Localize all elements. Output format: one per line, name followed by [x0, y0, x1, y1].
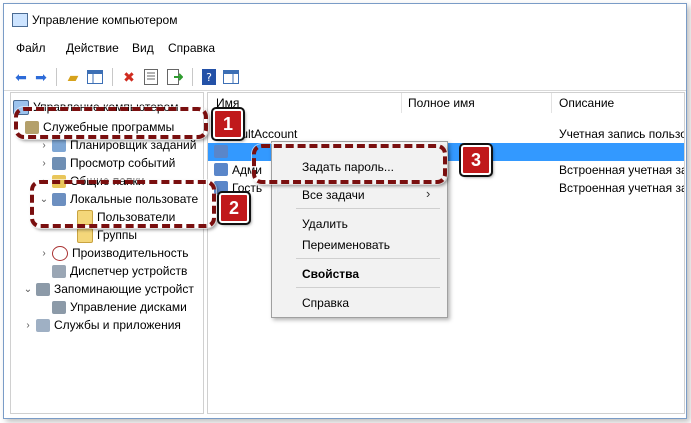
tree-item-label: Диспетчер устройств	[70, 264, 188, 278]
tree-item-device-manager[interactable]: Диспетчер устройств	[52, 262, 187, 280]
tree-item-label: Группы	[97, 228, 137, 242]
window-title: Управление компьютером	[32, 13, 178, 27]
menu-separator	[296, 208, 440, 209]
help-icon[interactable]: ?	[200, 68, 218, 86]
toolbar-separator	[112, 68, 113, 86]
delete-icon[interactable]: ✖	[120, 68, 138, 86]
device-manager-icon	[52, 264, 66, 278]
event-viewer-icon	[52, 156, 66, 170]
show-tree-icon[interactable]	[86, 68, 104, 86]
tree-item-event-viewer[interactable]: › Просмотр событий	[39, 154, 175, 172]
menu-view[interactable]: Вид	[132, 41, 154, 55]
folder-up-icon[interactable]: ▰	[64, 68, 82, 86]
action-pane-icon[interactable]	[222, 68, 240, 86]
menu-bar: Файл Действие Вид Справка	[4, 38, 686, 58]
tree-item-performance[interactable]: › Производительность	[39, 244, 188, 262]
svg-text:?: ?	[206, 71, 212, 84]
tree-item-groups[interactable]: Группы	[77, 226, 137, 244]
menu-file[interactable]: Файл	[16, 41, 46, 55]
chevron-right-icon: ›	[426, 186, 431, 201]
badge-step-1: 1	[213, 109, 243, 139]
chevron-right-icon[interactable]: ›	[39, 140, 49, 151]
chevron-right-icon[interactable]: ›	[39, 248, 49, 259]
menu-separator	[296, 258, 440, 259]
tree-item-label: Просмотр событий	[70, 156, 176, 170]
chevron-right-icon[interactable]: ›	[23, 320, 33, 331]
callout-local-users	[30, 180, 216, 228]
storage-icon	[36, 282, 50, 296]
user-description: Встроенная учетная за	[559, 163, 685, 177]
column-header-full-name[interactable]: Полное имя	[408, 93, 475, 113]
services-icon	[36, 318, 50, 332]
menu-item-delete[interactable]: Удалить	[302, 217, 348, 231]
menu-item-all-tasks[interactable]: Все задачи	[302, 188, 365, 202]
properties-icon[interactable]	[142, 68, 160, 86]
back-arrow-icon[interactable]: ⬅	[12, 68, 30, 86]
tree-item-label: Запоминающие устройст	[54, 282, 194, 296]
menu-item-help[interactable]: Справка	[302, 296, 349, 310]
toolbar-separator	[56, 68, 57, 86]
export-icon[interactable]	[166, 68, 184, 86]
computer-management-icon	[12, 13, 28, 27]
badge-step-3: 3	[461, 145, 491, 175]
callout-system-tools	[14, 107, 208, 139]
console-tree: Управление компьютером Служебные програм…	[10, 92, 204, 414]
column-header-description[interactable]: Описание	[559, 93, 614, 113]
column-divider[interactable]	[551, 93, 552, 113]
tree-item-disk-management[interactable]: Управление дисками	[52, 298, 187, 316]
menu-item-rename[interactable]: Переименовать	[302, 238, 390, 252]
tree-item-label: Службы и приложения	[54, 318, 181, 332]
title-bar: Управление компьютером	[4, 4, 686, 36]
column-divider[interactable]	[401, 93, 402, 113]
chevron-right-icon[interactable]: ›	[39, 158, 49, 169]
user-description: Встроенная учетная за	[559, 181, 685, 195]
tree-item-label: Производительность	[72, 246, 189, 260]
menu-item-properties[interactable]: Свойства	[302, 267, 359, 281]
toolbar-separator	[192, 68, 193, 86]
clock-icon	[52, 138, 66, 152]
callout-set-password	[252, 144, 447, 184]
user-icon	[214, 163, 228, 176]
menu-separator	[296, 287, 440, 288]
user-icon	[214, 145, 228, 158]
tree-item-storage[interactable]: ⌄ Запоминающие устройст	[23, 280, 194, 298]
disk-icon	[52, 300, 66, 314]
menu-help[interactable]: Справка	[168, 41, 215, 55]
toolbar: ⬅ ➡ ▰ ✖ ?	[4, 64, 686, 91]
badge-step-2: 2	[219, 193, 249, 223]
tree-item-label: Планировщик заданий	[70, 138, 197, 152]
tree-item-label: Управление дисками	[70, 300, 187, 314]
chevron-down-icon[interactable]: ⌄	[23, 284, 33, 295]
forward-arrow-icon[interactable]: ➡	[32, 68, 50, 86]
user-description: Учетная запись пользо	[559, 127, 685, 141]
tree-item-services-apps[interactable]: › Службы и приложения	[23, 316, 181, 334]
menu-action[interactable]: Действие	[66, 41, 119, 55]
folder-icon	[77, 227, 93, 243]
performance-icon	[52, 245, 68, 261]
